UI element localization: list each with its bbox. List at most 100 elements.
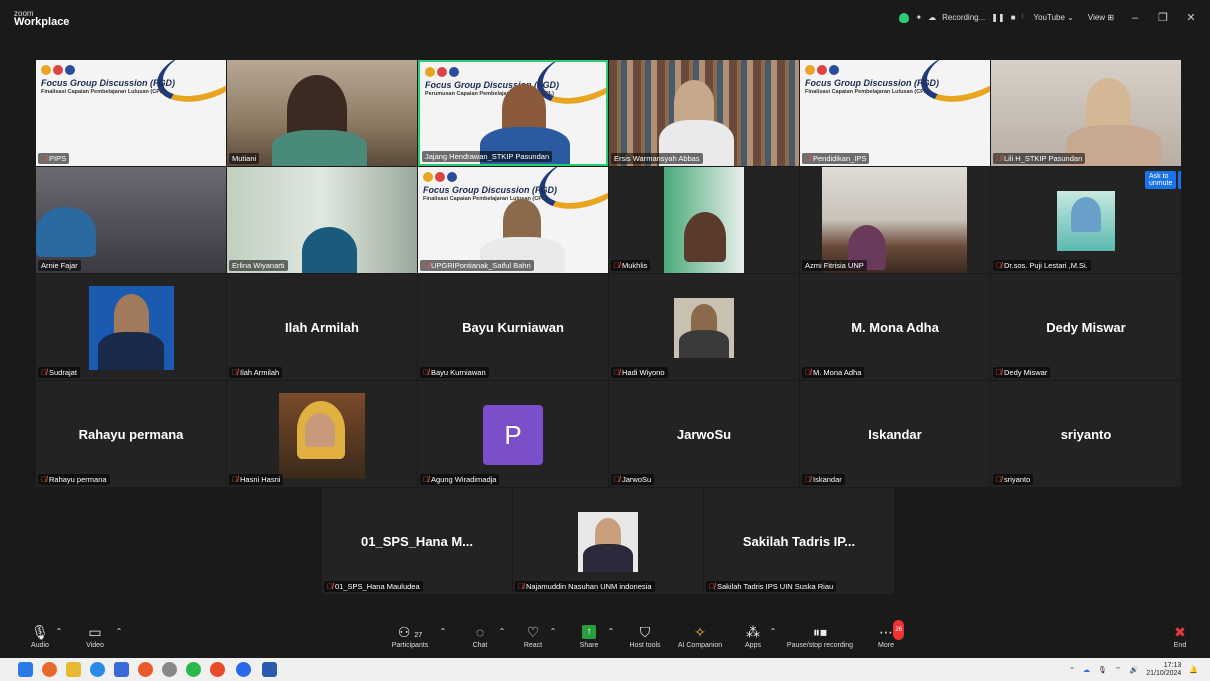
- onedrive-icon[interactable]: ☁: [1083, 666, 1090, 674]
- participant-tile-active-speaker[interactable]: Focus Group Discussion (FGD) Perumusan C…: [418, 60, 608, 166]
- mic-muted-icon: 🎙̸: [423, 261, 429, 270]
- participant-tile[interactable]: 🎙̸ Hasni Hasni: [227, 381, 417, 487]
- show-hidden-icons-icon[interactable]: ⌃: [1069, 666, 1075, 674]
- participant-name: 🎙̸ PIPS: [38, 153, 70, 164]
- participant-name: 🎙̸ Agung Wiradimadja: [420, 474, 500, 485]
- clock[interactable]: 17:13 21/10/2024: [1146, 662, 1181, 678]
- participants-chevron-icon[interactable]: ⌃: [438, 622, 448, 642]
- participant-tile[interactable]: Iskandar 🎙̸ Iskandar: [800, 381, 990, 487]
- participant-tile[interactable]: Focus Group Discussion (FGD) Finalisasi …: [418, 167, 608, 273]
- participant-tile[interactable]: Focus Group Discussion (FGD) Finalisasi …: [36, 60, 226, 166]
- sparkle-icon[interactable]: ✦: [915, 13, 922, 22]
- title-bar-controls: ✦ ☁ Recording... ❚❚ ■ ⁾ YouTube ⌄ View ⊞…: [899, 11, 1202, 24]
- zoom-app-icon[interactable]: [236, 662, 251, 677]
- speaker-icon[interactable]: 🔊: [1130, 666, 1139, 674]
- restore-icon[interactable]: ❐: [1152, 11, 1174, 24]
- participant-tile[interactable]: JarwoSu 🎙̸ JarwoSu: [609, 381, 799, 487]
- participant-tile[interactable]: Arnie Fajar: [36, 167, 226, 273]
- store-icon[interactable]: [114, 662, 129, 677]
- whatsapp-icon[interactable]: [186, 662, 201, 677]
- end-icon: ✖: [1174, 624, 1186, 640]
- word-icon[interactable]: [262, 662, 277, 677]
- participant-name: Jajang Hendrawan_STKIP Pasundan: [422, 151, 553, 162]
- audio-button[interactable]: 🎙 Audio: [28, 622, 52, 649]
- participant-tile[interactable]: Ask to unmute ··· 🎙̸Dr.sos. Puji Lestari…: [991, 167, 1181, 273]
- wifi-icon[interactable]: ⌔: [1115, 666, 1122, 675]
- notification-bell-icon[interactable]: 🔔: [1189, 666, 1198, 674]
- participant-tile[interactable]: M. Mona Adha 🎙̸ M. Mona Adha: [800, 274, 990, 380]
- end-button[interactable]: ✖ End: [1166, 622, 1194, 649]
- participant-tile[interactable]: sriyanto 🎙̸ sriyanto: [991, 381, 1181, 487]
- security-shield-icon[interactable]: [899, 12, 910, 23]
- participant-name: Erlina Wiyanarti: [229, 260, 288, 271]
- participant-tile[interactable]: P 🎙̸ Agung Wiradimadja: [418, 381, 608, 487]
- file-explorer-icon[interactable]: [66, 662, 81, 677]
- participant-tile[interactable]: Mutiani: [227, 60, 417, 166]
- share-chevron-icon[interactable]: ⌃: [606, 622, 616, 642]
- recording-status[interactable]: Recording...: [942, 13, 985, 22]
- participants-button[interactable]: ⚇ 27 Participants: [385, 622, 435, 649]
- app-icon[interactable]: [162, 662, 177, 677]
- video-button[interactable]: ▭ Video: [80, 622, 110, 649]
- participant-tile[interactable]: Ersis Warmansyah Abbas: [609, 60, 799, 166]
- chrome-icon[interactable]: [210, 662, 225, 677]
- mic-muted-icon: 🎙̸: [709, 582, 715, 591]
- mic-muted-icon: 🎙̸: [805, 368, 811, 377]
- chat-icon: ◌: [475, 624, 485, 640]
- more-button[interactable]: ⋯ 26 More: [872, 620, 904, 649]
- mic-muted-icon: 🎙̸: [996, 475, 1002, 484]
- zoom-logo: zoom Workplace: [14, 9, 70, 28]
- pause-stop-recording-button[interactable]: ⏸⏹ Pause/stop recording: [782, 622, 858, 649]
- apps-chevron-icon[interactable]: ⌃: [768, 622, 778, 642]
- pause-icon[interactable]: ❚❚: [991, 13, 1004, 22]
- microphone-tray-icon[interactable]: 🎙: [1098, 666, 1107, 674]
- copilot-icon[interactable]: [42, 662, 57, 677]
- fgd-slide: Focus Group Discussion (FGD) Finalisasi …: [36, 60, 226, 166]
- react-chevron-icon[interactable]: ⌃: [548, 622, 558, 642]
- participant-tile[interactable]: Rahayu permana 🎙̸ Rahayu permana: [36, 381, 226, 487]
- participant-tile[interactable]: Erlina Wiyanarti: [227, 167, 417, 273]
- participant-name: 🎙̸ 01_SPS_Hana Mauludea: [324, 581, 423, 592]
- mic-muted-icon: 🎙̸: [805, 475, 811, 484]
- participant-tile[interactable]: 01_SPS_Hana M... 🎙̸ 01_SPS_Hana Mauludea: [322, 488, 512, 594]
- participant-tile[interactable]: 🎙̸ Sudrajat: [36, 274, 226, 380]
- chat-chevron-icon[interactable]: ⌃: [497, 622, 507, 642]
- participant-name: 🎙̸ Najamuddin Nasuhan UNM indonesia: [515, 581, 655, 592]
- participant-tile[interactable]: Ilah Armilah 🎙̸ Ilah Armilah: [227, 274, 417, 380]
- apps-button[interactable]: ⁂ Apps: [740, 622, 766, 649]
- host-tools-button[interactable]: ⛉ Host tools: [625, 622, 665, 649]
- audio-options-chevron-icon[interactable]: ⌃: [54, 622, 64, 642]
- participant-tile[interactable]: 🎙̸ Lili H_STKIP Pasundan: [991, 60, 1181, 166]
- participant-tile[interactable]: Azmi Fitrisia UNP: [800, 167, 990, 273]
- slide-logos: [41, 65, 75, 75]
- youtube-button[interactable]: YouTube ⌄: [1030, 12, 1078, 23]
- ask-to-unmute-button[interactable]: Ask to unmute: [1145, 171, 1177, 189]
- windows-start-icon[interactable]: [18, 662, 33, 677]
- participant-tile[interactable]: 🎙̸ Hadi Wiyono: [609, 274, 799, 380]
- more-options-button[interactable]: ···: [1178, 171, 1181, 189]
- live-stream-icon: ⁾: [1021, 13, 1024, 22]
- participant-tile[interactable]: 🎙̸ Najamuddin Nasuhan UNM indonesia: [513, 488, 703, 594]
- avatar: P: [483, 405, 543, 465]
- share-button[interactable]: ↑ Share: [574, 622, 604, 649]
- stop-icon[interactable]: ■: [1011, 13, 1016, 22]
- mic-muted-icon: 🎙̸: [614, 475, 620, 484]
- participant-tile[interactable]: Bayu Kurniawan 🎙̸ Bayu Kurniawan: [418, 274, 608, 380]
- edge-icon[interactable]: [90, 662, 105, 677]
- participant-tile[interactable]: Dedy Miswar 🎙̸ Dedy Miswar: [991, 274, 1181, 380]
- minimize-icon[interactable]: –: [1124, 12, 1146, 24]
- participant-name: Azmi Fitrisia UNP: [802, 260, 867, 271]
- participant-tile[interactable]: Focus Group Discussion (FGD) Finalisasi …: [800, 60, 990, 166]
- video-options-chevron-icon[interactable]: ⌃: [114, 622, 124, 642]
- mic-muted-icon: 🎙̸: [232, 368, 238, 377]
- view-button[interactable]: View ⊞: [1084, 12, 1118, 23]
- react-button[interactable]: ♡ React: [518, 622, 548, 649]
- camera-icon: ▭: [88, 624, 102, 640]
- participant-tile[interactable]: Sakilah Tadris IP... 🎙̸ Sakilah Tadris IP…: [704, 488, 894, 594]
- close-icon[interactable]: ✕: [1180, 11, 1202, 24]
- chat-button[interactable]: ◌ Chat: [465, 622, 495, 649]
- ai-companion-button[interactable]: ✧ AI Companion: [672, 622, 728, 649]
- participant-name: 🎙̸ Lili H_STKIP Pasundan: [993, 153, 1086, 164]
- participant-tile[interactable]: 🎙̸ Mukhlis: [609, 167, 799, 273]
- firefox-icon[interactable]: [138, 662, 153, 677]
